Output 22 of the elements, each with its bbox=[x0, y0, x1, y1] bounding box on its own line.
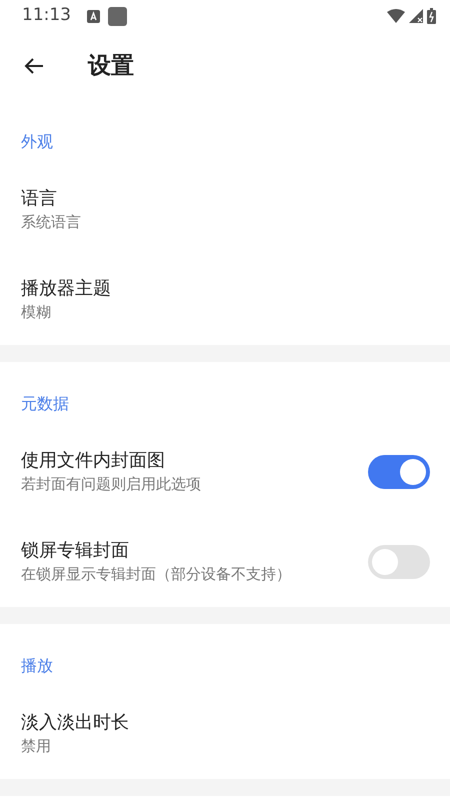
wifi-icon bbox=[387, 9, 405, 23]
setting-summary: 系统语言 bbox=[21, 212, 81, 233]
setting-title[interactable]: 淡入淡出时长 bbox=[21, 711, 129, 735]
setting-summary: 若封面有问题则启用此选项 bbox=[21, 474, 201, 495]
status-time: 11:13 bbox=[22, 4, 71, 28]
setting-summary: 在锁屏显示专辑封面（部分设备不支持） bbox=[21, 564, 291, 585]
section-header: 外观 bbox=[21, 132, 53, 151]
toggle-switch[interactable] bbox=[368, 455, 430, 489]
setting-title[interactable]: 使用文件内封面图 bbox=[21, 449, 165, 473]
setting-summary: 模糊 bbox=[21, 302, 51, 323]
section-header: 元数据 bbox=[21, 394, 69, 413]
app-icon bbox=[108, 6, 127, 26]
toggle-switch[interactable] bbox=[368, 545, 430, 579]
setting-title[interactable]: 播放器主题 bbox=[21, 277, 111, 301]
section-header: 播放 bbox=[21, 656, 53, 675]
setting-title[interactable]: 锁屏专辑封面 bbox=[21, 539, 129, 563]
battery-icon bbox=[427, 8, 436, 24]
keyboard-icon bbox=[87, 10, 100, 22]
setting-title[interactable]: 语言 bbox=[21, 187, 57, 211]
setting-summary: 禁用 bbox=[21, 736, 51, 757]
signal-icon bbox=[409, 9, 423, 23]
page-title: 设置 bbox=[88, 52, 134, 81]
